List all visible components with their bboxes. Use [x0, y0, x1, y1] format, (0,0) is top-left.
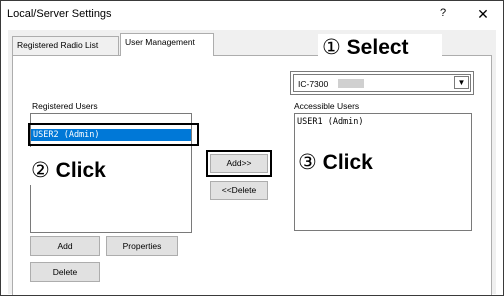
radio-select-value: IC-7300	[298, 79, 329, 89]
add-user-button[interactable]: Add	[30, 236, 100, 256]
help-button[interactable]: ?	[435, 7, 451, 23]
accessible-users-label: Accessible Users	[294, 101, 360, 111]
callout-select-text: Select	[346, 36, 409, 59]
callout-click-2-text: Click	[322, 151, 373, 174]
add-to-accessible-button[interactable]: Add>>	[210, 154, 268, 173]
close-button[interactable]: ✕	[474, 6, 492, 24]
callout-click-1-text: Click	[55, 159, 106, 182]
title-bar[interactable]: Local/Server Settings ? ✕	[1, 1, 503, 29]
callout-click-2-number: ③	[298, 151, 317, 174]
radio-select-combobox[interactable]: IC-7300 ▼	[293, 74, 471, 92]
window-title: Local/Server Settings	[7, 8, 112, 20]
user-properties-button[interactable]: Properties	[106, 236, 178, 256]
callout-select-number: ①	[322, 36, 341, 59]
delete-from-accessible-button[interactable]: <<Delete	[210, 181, 268, 200]
callout-click-1: ② Click	[31, 158, 106, 183]
callout-click-1-number: ②	[31, 159, 50, 182]
registered-users-label: Registered Users	[32, 101, 98, 111]
callout-select: ① Select	[322, 35, 409, 60]
list-item[interactable]: USER1 (Admin)	[295, 116, 471, 128]
registered-user-highlight	[28, 123, 199, 146]
tab-user-management[interactable]: User Management	[120, 33, 214, 56]
delete-user-button[interactable]: Delete	[30, 262, 100, 282]
callout-click-2: ③ Click	[298, 150, 373, 175]
chevron-down-icon[interactable]: ▼	[454, 76, 469, 89]
redacted-serial	[338, 79, 364, 88]
tab-registered-radio-list[interactable]: Registered Radio List	[12, 36, 119, 55]
